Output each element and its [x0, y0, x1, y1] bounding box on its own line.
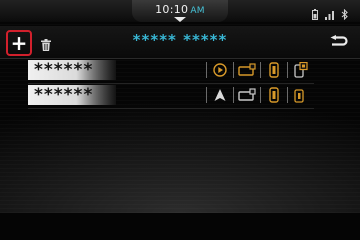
divider [233, 62, 234, 78]
clock-ampm: AM [190, 6, 205, 16]
signal-icon [325, 5, 334, 24]
device-name: ****** [28, 85, 116, 105]
bluetooth-icon [341, 5, 348, 24]
phone-battery-icon[interactable] [264, 85, 284, 105]
battery-icon [312, 5, 318, 24]
device-row[interactable]: ****** [28, 59, 314, 81]
phone-sync-icon[interactable] [291, 60, 311, 80]
device-status-icons [203, 59, 311, 81]
divider [206, 62, 207, 78]
plus-icon: + [10, 31, 28, 55]
car-connection-icon[interactable] [237, 60, 257, 80]
car-connection-icon[interactable] [237, 85, 257, 105]
divider [260, 87, 261, 103]
phone-sync-icon[interactable] [291, 85, 311, 105]
divider [287, 87, 288, 103]
media-play-icon[interactable] [210, 60, 230, 80]
add-device-button[interactable]: + [6, 30, 32, 56]
back-arrow-icon [330, 34, 348, 53]
divider [260, 62, 261, 78]
status-bar: 10:10 AM [0, 0, 360, 22]
divider [206, 87, 207, 103]
navigation-arrow-icon[interactable] [210, 85, 230, 105]
pull-down-arrow-icon[interactable] [174, 17, 186, 22]
device-name: ****** [28, 60, 116, 80]
header-bar: + ***** ***** [0, 26, 360, 59]
page-title: ***** ***** [132, 31, 228, 49]
clock: 10:10 AM [132, 3, 228, 16]
phone-list-screen: 10:10 AM + ***** ***** ****** ****** [0, 0, 360, 213]
trash-icon [41, 36, 51, 55]
divider [287, 62, 288, 78]
device-row[interactable]: ****** [28, 84, 314, 106]
clock-time: 10:10 [155, 3, 189, 16]
device-status-icons [203, 84, 311, 106]
status-icons [312, 5, 348, 24]
phone-battery-icon[interactable] [264, 60, 284, 80]
row-divider [28, 108, 314, 109]
delete-button[interactable] [41, 36, 51, 55]
divider [233, 87, 234, 103]
back-button[interactable] [330, 34, 348, 53]
